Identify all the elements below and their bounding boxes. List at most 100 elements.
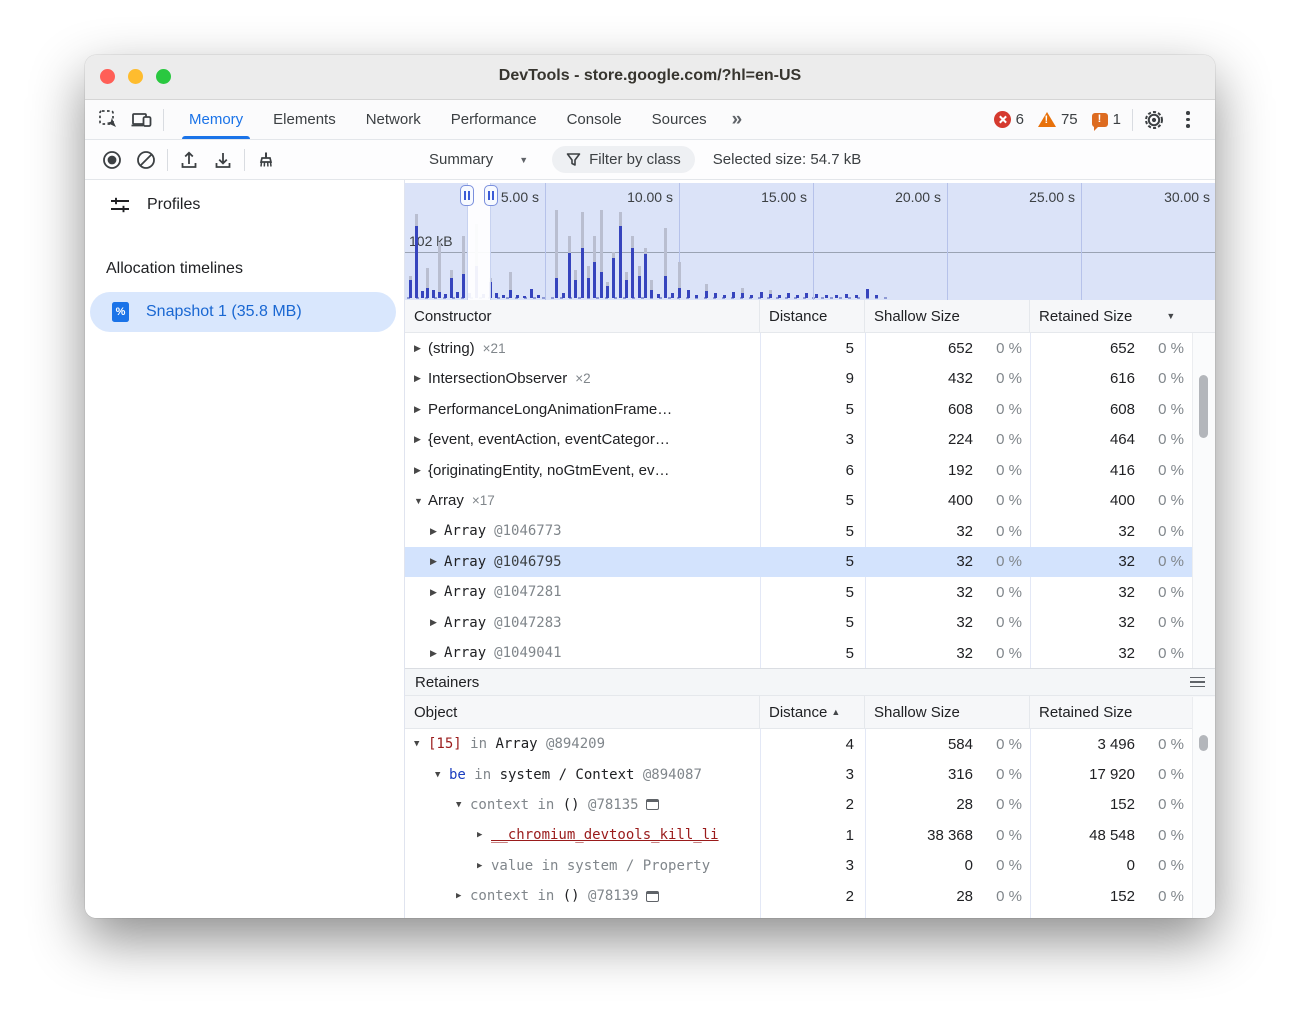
- collapsed-triangle-icon[interactable]: ▶: [477, 861, 491, 871]
- selection-handle-left[interactable]: [460, 185, 474, 206]
- reveal-in-summary-icon[interactable]: [646, 799, 659, 810]
- sort-asc-icon: ▲: [831, 707, 840, 717]
- settings-gear-icon[interactable]: [1137, 105, 1171, 135]
- allocation-bar-live: [631, 248, 634, 298]
- warning-icon: [1038, 112, 1056, 127]
- perspective-select[interactable]: Summary ▼: [419, 147, 538, 172]
- profiles-header: Profiles: [109, 194, 200, 216]
- retainer-row[interactable]: ▶ value in system / Property 3 00 % 00 %: [405, 851, 1192, 881]
- allocation-bar-live: [845, 294, 848, 298]
- reveal-in-summary-icon[interactable]: [646, 891, 659, 902]
- scrollbar-track[interactable]: [1192, 697, 1215, 918]
- retainer-row[interactable]: ▼ be in system / Context @894087 3 3160 …: [405, 759, 1192, 789]
- expanded-triangle-icon[interactable]: ▼: [414, 496, 428, 506]
- snapshot-item[interactable]: % Snapshot 1 (35.8 MB): [90, 292, 396, 332]
- collapsed-triangle-icon[interactable]: ▶: [430, 617, 444, 628]
- constructor-row[interactable]: ▶ {originatingEntity, noGtmEvent, ev… 6 …: [405, 455, 1192, 486]
- constructor-row[interactable]: ▶ Array @1049041 5 320 % 320 %: [405, 638, 1192, 668]
- collapsed-triangle-icon[interactable]: ▶: [414, 434, 428, 445]
- column-header-distance[interactable]: Distance: [760, 300, 865, 332]
- constructor-row[interactable]: ▶ PerformanceLongAnimationFrame… 5 6080 …: [405, 394, 1192, 425]
- constructor-rows: ▶ (string) ×21 5 6520 % 6520 % ▶ Interse…: [405, 333, 1215, 668]
- tab-memory[interactable]: Memory: [174, 100, 258, 139]
- class-filter-input[interactable]: Filter by class: [552, 146, 695, 173]
- brush-clean-icon[interactable]: [249, 145, 283, 175]
- tab-console[interactable]: Console: [552, 100, 637, 139]
- issues-badge[interactable]: 1: [1092, 111, 1121, 128]
- save-profile-icon[interactable]: [206, 145, 240, 175]
- retainer-row[interactable]: ▶ __chromium_devtools_kill_li 1 38 3680 …: [405, 820, 1192, 850]
- tab-network[interactable]: Network: [351, 100, 436, 139]
- error-badge[interactable]: 6: [994, 111, 1024, 128]
- collapsed-triangle-icon[interactable]: ▶: [477, 830, 491, 840]
- column-header-constructor[interactable]: Constructor: [405, 300, 760, 332]
- scrollbar-thumb[interactable]: [1199, 375, 1208, 438]
- retainer-row[interactable]: ▼ [15] in Array @894209 4 5840 % 3 4960 …: [405, 729, 1192, 759]
- tab-sources[interactable]: Sources: [637, 100, 722, 139]
- collapsed-triangle-icon[interactable]: ▶: [414, 465, 428, 476]
- collapsed-triangle-icon[interactable]: ▶: [456, 891, 470, 901]
- shallow-size-cell: 6520 %: [865, 340, 1030, 357]
- allocation-bar-live: [664, 276, 667, 298]
- constructor-row[interactable]: ▶ Array @1047281 5 320 % 320 %: [405, 577, 1192, 608]
- tab-elements[interactable]: Elements: [258, 100, 351, 139]
- constructor-row[interactable]: ▼ Array ×17 5 4000 % 4000 %: [405, 486, 1192, 517]
- retainer-row[interactable]: ▶ context in () @78139 2 280 % 1520 %: [405, 881, 1192, 911]
- expanded-triangle-icon[interactable]: ▼: [414, 739, 428, 749]
- device-toolbar-icon[interactable]: [125, 105, 159, 135]
- shallow-size-cell: 1920 %: [865, 462, 1030, 479]
- retained-size-cell: 6520 %: [1030, 340, 1192, 357]
- allocation-bar-live: [462, 274, 465, 298]
- allocation-bar-live: [421, 291, 424, 298]
- tab-performance[interactable]: Performance: [436, 100, 552, 139]
- column-header-retained-size[interactable]: Retained Size▼: [1030, 300, 1192, 332]
- column-header-retained-size[interactable]: Retained Size: [1030, 696, 1192, 728]
- clear-profiles-icon[interactable]: [129, 145, 163, 175]
- time-gridline: [813, 183, 814, 300]
- more-tabs-button[interactable]: »: [722, 109, 751, 131]
- column-header-object[interactable]: Object: [405, 696, 760, 728]
- constructor-row[interactable]: ▶ Array @1046795 5 320 % 320 %: [405, 547, 1192, 578]
- panel-tabs: MemoryElementsNetworkPerformanceConsoleS…: [174, 100, 722, 139]
- scrollbar-track[interactable]: [1192, 333, 1215, 668]
- constructor-row[interactable]: ▶ Array @1046773 5 320 % 320 %: [405, 516, 1192, 547]
- collapsed-triangle-icon[interactable]: ▶: [414, 343, 428, 354]
- shallow-size-cell: 5840 %: [865, 736, 1030, 753]
- kebab-menu-icon[interactable]: [1171, 105, 1205, 135]
- expanded-triangle-icon[interactable]: ▼: [456, 800, 470, 810]
- constructor-row[interactable]: ▶ {event, eventAction, eventCategor… 3 2…: [405, 425, 1192, 456]
- constructor-row[interactable]: ▶ Array @1047283 5 320 % 320 %: [405, 608, 1192, 639]
- record-heap-icon[interactable]: [95, 145, 129, 175]
- collapsed-triangle-icon[interactable]: ▶: [430, 587, 444, 598]
- collapsed-triangle-icon[interactable]: ▶: [430, 556, 444, 567]
- allocation-bar-live: [426, 288, 429, 298]
- shallow-size-cell: 320 %: [865, 553, 1030, 570]
- constructor-row[interactable]: ▶ IntersectionObserver ×2 9 4320 % 6160 …: [405, 364, 1192, 395]
- allocation-bar-live: [456, 292, 459, 298]
- time-gridline: [947, 183, 948, 300]
- collapsed-triangle-icon[interactable]: ▶: [414, 404, 428, 415]
- issue-icon: [1092, 113, 1108, 127]
- retained-size-cell: 6160 %: [1030, 370, 1192, 387]
- distance-cell: 9: [760, 370, 865, 387]
- memory-toolbar: Summary ▼ Filter by class Selected size:…: [85, 140, 1215, 180]
- collapsed-triangle-icon[interactable]: ▶: [430, 526, 444, 537]
- column-header-distance[interactable]: Distance▲: [760, 696, 865, 728]
- title-bar: DevTools - store.google.com/?hl=en-US: [85, 55, 1215, 100]
- retainers-menu-icon[interactable]: [1190, 677, 1205, 688]
- load-profile-icon[interactable]: [172, 145, 206, 175]
- retainer-row[interactable]: ▼ context in () @78135 2 280 % 1520 %: [405, 790, 1192, 820]
- allocation-timeline-overview[interactable]: 102 kB 5.00 s10.00 s15.00 s20.00 s25.00 …: [405, 183, 1215, 300]
- selected-size-label: Selected size: 54.7 kB: [713, 151, 861, 168]
- collapsed-triangle-icon[interactable]: ▶: [414, 373, 428, 384]
- shallow-size-cell: 320 %: [865, 584, 1030, 601]
- scrollbar-thumb[interactable]: [1199, 735, 1208, 751]
- inspect-element-icon[interactable]: [91, 105, 125, 135]
- collapsed-triangle-icon[interactable]: ▶: [430, 648, 444, 659]
- column-header-shallow-size[interactable]: Shallow Size: [865, 300, 1030, 332]
- selection-handle-right[interactable]: [484, 185, 498, 206]
- column-header-shallow-size[interactable]: Shallow Size: [865, 696, 1030, 728]
- warning-badge[interactable]: 75: [1038, 111, 1078, 128]
- constructor-row[interactable]: ▶ (string) ×21 5 6520 % 6520 %: [405, 333, 1192, 364]
- expanded-triangle-icon[interactable]: ▼: [435, 770, 449, 780]
